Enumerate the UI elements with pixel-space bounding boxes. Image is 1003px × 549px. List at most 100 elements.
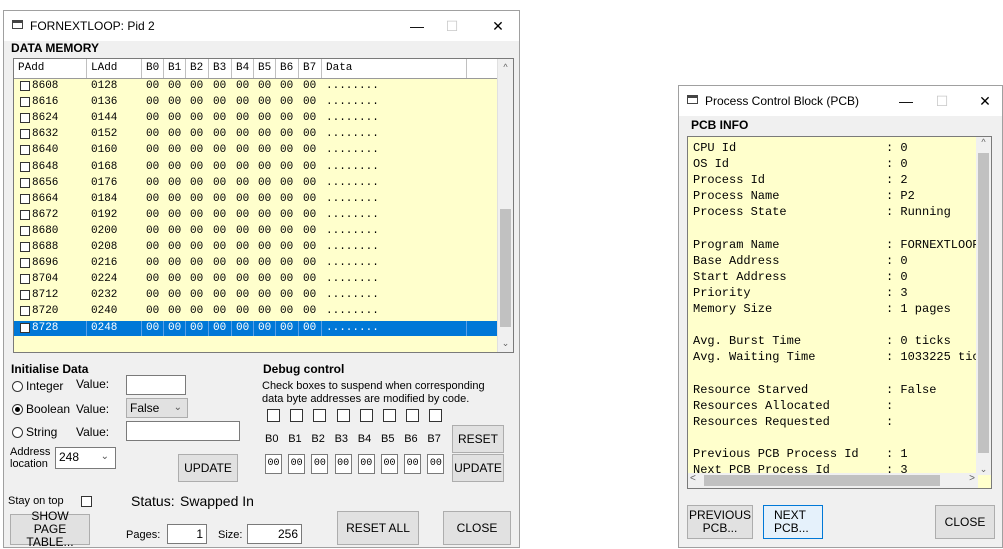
debug-byte-checkbox[interactable] — [290, 409, 304, 422]
memory-row[interactable]: 8728 0248 00 00 00 00 00 00 00 00........ — [14, 320, 499, 336]
column-header[interactable]: Data — [322, 59, 467, 78]
string-value-input[interactable] — [126, 421, 240, 441]
pcb-info-panel[interactable]: CPU Id: 0 OS Id: 0 Process Id: 2 Process Na… — [687, 136, 992, 489]
memory-row[interactable]: 8624 0144 00 00 00 00 00 00 00 00........ — [14, 111, 499, 126]
row-checkbox[interactable] — [20, 306, 30, 317]
memory-cell: 8680 — [32, 224, 59, 237]
row-checkbox[interactable] — [20, 225, 30, 236]
pcb-title-bar[interactable]: Process Control Block (PCB) — ☐ ✕ — [679, 86, 1002, 116]
debug-byte-value[interactable]: 00 — [334, 454, 352, 474]
row-checkbox[interactable] — [20, 193, 30, 204]
memory-row[interactable]: 8664 0184 00 00 00 00 00 00 00 00........ — [14, 192, 499, 207]
pcb-vertical-scrollbar[interactable]: ^ ⌄ — [976, 137, 991, 475]
row-checkbox[interactable] — [20, 145, 30, 156]
scroll-left-icon[interactable]: < — [690, 473, 696, 484]
reset-all-button[interactable]: RESET ALL — [337, 511, 419, 545]
memory-grid[interactable]: PAdd LAdd B0 B1 B2 B3 B4 B5 B6 B7 Data 8608 0128 00 0… — [13, 58, 514, 353]
title-bar[interactable]: FORNEXTLOOP: Pid 2 — ☐ ✕ — [4, 11, 519, 41]
stay-on-top-checkbox[interactable] — [81, 496, 92, 507]
row-checkbox[interactable] — [20, 274, 30, 285]
pcb-horizontal-scrollbar[interactable]: < > — [688, 473, 978, 488]
debug-byte-checkbox[interactable] — [267, 409, 280, 422]
row-checkbox[interactable] — [20, 258, 30, 269]
previous-pcb-button[interactable]: PREVIOUS PCB... — [687, 505, 753, 539]
scroll-up-icon[interactable]: ^ — [498, 60, 513, 75]
debug-byte-value[interactable]: 00 — [288, 454, 306, 474]
memory-row[interactable]: 8712 0232 00 00 00 00 00 00 00 00........ — [14, 288, 499, 303]
size-input[interactable]: 256 — [247, 524, 302, 544]
column-header[interactable]: B3 — [209, 59, 232, 78]
column-header[interactable]: B6 — [276, 59, 299, 78]
scroll-up-icon[interactable]: ^ — [976, 137, 991, 147]
init-update-button[interactable]: UPDATE — [178, 454, 238, 482]
memory-row[interactable]: 8696 0216 00 00 00 00 00 00 00 00........ — [14, 256, 499, 271]
debug-byte-value[interactable]: 00 — [357, 454, 375, 474]
row-checkbox[interactable] — [20, 97, 30, 108]
boolean-radio[interactable] — [12, 404, 23, 415]
scroll-down-icon[interactable]: ⌄ — [976, 464, 991, 475]
scroll-right-icon[interactable]: > — [969, 473, 975, 484]
scrollbar-thumb[interactable] — [704, 475, 940, 486]
scrollbar-thumb[interactable] — [500, 209, 511, 327]
row-checkbox[interactable] — [20, 290, 30, 301]
row-checkbox[interactable] — [20, 113, 30, 124]
debug-byte-value[interactable]: 00 — [427, 454, 445, 474]
row-checkbox[interactable] — [20, 177, 30, 188]
debug-byte-value[interactable]: 00 — [404, 454, 422, 474]
memory-row[interactable]: 8648 0168 00 00 00 00 00 00 00 00........ — [14, 160, 499, 175]
row-checkbox[interactable] — [20, 161, 30, 172]
boolean-value-select[interactable]: False ⌄ — [126, 398, 188, 418]
string-radio[interactable] — [12, 427, 23, 438]
memory-row[interactable]: 8720 0240 00 00 00 00 00 00 00 00........ — [14, 304, 499, 319]
column-header[interactable]: B0 — [142, 59, 164, 78]
memory-row[interactable]: 8680 0200 00 00 00 00 00 00 00 00........ — [14, 224, 499, 239]
column-header[interactable]: B2 — [186, 59, 209, 78]
debug-byte-value[interactable]: 00 — [265, 454, 282, 474]
scroll-down-icon[interactable]: ⌄ — [498, 336, 513, 351]
debug-byte-checkbox[interactable] — [406, 409, 420, 422]
address-location-select[interactable]: 248 ⌄ — [55, 447, 116, 469]
pages-input[interactable]: 1 — [167, 524, 207, 544]
column-header[interactable]: LAdd — [87, 59, 142, 78]
next-pcb-button[interactable]: NEXT PCB... — [763, 505, 823, 539]
integer-value-input[interactable] — [126, 375, 186, 395]
memory-row[interactable]: 8656 0176 00 00 00 00 00 00 00 00........ — [14, 176, 499, 191]
memory-row[interactable]: 8640 0160 00 00 00 00 00 00 00 00........ — [14, 143, 499, 158]
debug-reset-button[interactable]: RESET — [452, 425, 504, 453]
row-checkbox[interactable] — [20, 322, 30, 333]
column-header[interactable]: B7 — [299, 59, 322, 78]
pcb-close-window-button[interactable]: ✕ — [967, 89, 1003, 113]
memory-row[interactable]: 8632 0152 00 00 00 00 00 00 00 00........ — [14, 127, 499, 142]
close-window-button[interactable]: ✕ — [480, 14, 516, 38]
debug-byte-checkbox[interactable] — [383, 409, 396, 422]
row-checkbox[interactable] — [20, 242, 30, 252]
column-header[interactable]: B4 — [232, 59, 254, 78]
row-checkbox[interactable] — [20, 129, 30, 140]
integer-radio[interactable] — [12, 381, 23, 392]
memory-row[interactable]: 8704 0224 00 00 00 00 00 00 00 00........ — [14, 272, 499, 287]
pcb-minimize-button[interactable]: — — [888, 89, 924, 113]
debug-byte-checkbox[interactable] — [336, 409, 350, 422]
memory-row[interactable]: 8688 0208 00 00 00 00 00 00 00 00........ — [14, 240, 499, 255]
row-checkbox[interactable] — [20, 81, 30, 91]
pcb-close-button[interactable]: CLOSE — [935, 505, 995, 539]
show-page-table-button[interactable]: SHOW PAGE TABLE... — [10, 510, 90, 549]
minimize-button[interactable]: — — [399, 14, 435, 38]
row-checkbox[interactable] — [20, 209, 30, 220]
column-header[interactable]: B5 — [254, 59, 276, 78]
pcb-field-value: : False — [886, 382, 937, 397]
column-header[interactable]: B1 — [164, 59, 186, 78]
memory-row[interactable]: 8672 0192 00 00 00 00 00 00 00 00........ — [14, 208, 499, 223]
debug-byte-checkbox[interactable] — [359, 409, 373, 422]
debug-byte-value[interactable]: 00 — [381, 454, 398, 474]
close-button[interactable]: CLOSE — [443, 511, 511, 545]
memory-grid-scrollbar[interactable]: ^ ⌄ — [497, 59, 513, 352]
debug-byte-checkbox[interactable] — [429, 409, 443, 422]
debug-update-button[interactable]: UPDATE — [452, 454, 504, 482]
memory-row[interactable]: 8616 0136 00 00 00 00 00 00 00 00........ — [14, 95, 499, 110]
column-header[interactable]: PAdd — [14, 59, 87, 78]
debug-byte-checkbox[interactable] — [313, 409, 327, 422]
scrollbar-thumb[interactable] — [978, 153, 989, 453]
memory-row[interactable]: 8608 0128 00 00 00 00 00 00 00 00........ — [14, 79, 499, 94]
debug-byte-value[interactable]: 00 — [311, 454, 329, 474]
